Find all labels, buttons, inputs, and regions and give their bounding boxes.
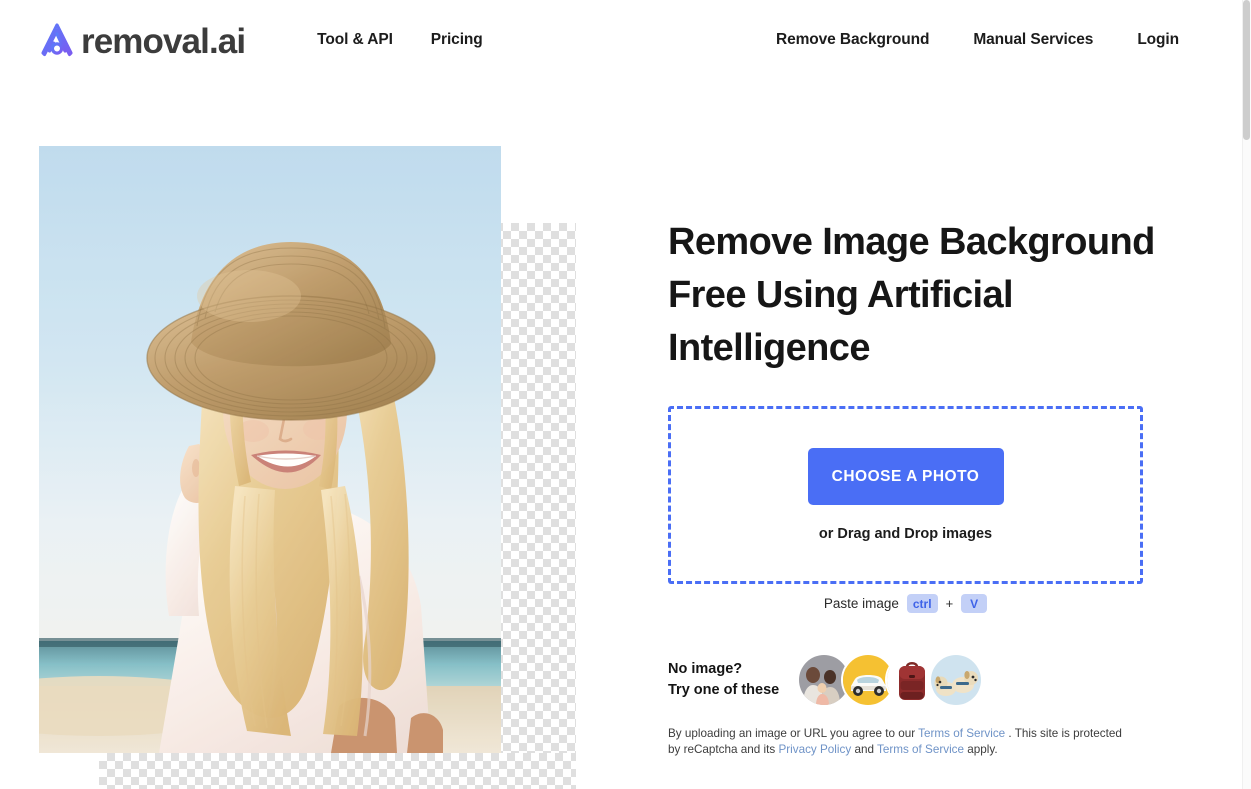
key-plus-separator: + (945, 596, 954, 611)
page-scrollbar-thumb[interactable] (1243, 0, 1250, 140)
hero-photo (39, 146, 501, 753)
sample-images-label: No image? Try one of these (668, 659, 779, 701)
paste-image-hint: Paste image ctrl + V (668, 594, 1143, 613)
page-scrollbar-track[interactable] (1242, 0, 1251, 789)
sample-dogs-photo[interactable] (931, 655, 982, 705)
nav-item-manual-services[interactable]: Manual Services (973, 31, 1093, 49)
nav-item-remove-background[interactable]: Remove Background (776, 31, 929, 49)
nav-item-login[interactable]: Login (1137, 31, 1179, 49)
terms-of-service-link-2[interactable]: Terms of Service (877, 743, 964, 756)
brand-logo[interactable]: removal.ai (35, 18, 246, 62)
sample-family-photo[interactable] (799, 655, 850, 705)
key-ctrl: ctrl (906, 594, 938, 613)
page-title: Remove Image Background Free Using Artif… (668, 221, 1155, 369)
legal-text-1: By uploading an image or URL you agree t… (668, 727, 919, 740)
sample-thumbnail-strip (799, 655, 982, 705)
key-v: V (961, 594, 988, 613)
terms-of-service-link-1[interactable]: Terms of Service (918, 727, 1005, 740)
sample-label-line2: Try one of these (668, 682, 780, 698)
legal-text-3: and (851, 742, 877, 756)
choose-a-photo-button[interactable]: CHOOSE A PHOTO (807, 448, 1004, 505)
privacy-policy-link[interactable]: Privacy Policy (778, 743, 851, 756)
removal-ai-logo-icon (35, 18, 79, 62)
legal-disclaimer: By uploading an image or URL you agree t… (668, 726, 1128, 757)
sample-car-photo[interactable] (843, 655, 894, 705)
upload-dropzone[interactable]: CHOOSE A PHOTO or Drag and Drop images (668, 406, 1143, 584)
primary-nav-left: Tool & API Pricing (317, 31, 483, 49)
sample-backpack-photo[interactable] (887, 655, 938, 705)
drag-drop-hint: or Drag and Drop images (818, 526, 993, 542)
paste-image-label: Paste image (823, 596, 899, 611)
brand-name: removal.ai (81, 21, 246, 61)
sample-images-section: No image? Try one of these (668, 655, 982, 705)
nav-item-tool-api[interactable]: Tool & API (317, 31, 393, 49)
checkerboard-pattern-bottom (99, 753, 576, 789)
legal-text-4: apply. (964, 742, 998, 756)
sample-label-line1: No image? (668, 661, 743, 677)
nav-item-pricing[interactable]: Pricing (431, 31, 483, 49)
primary-nav-right: Remove Background Manual Services Login (776, 31, 1179, 49)
site-header: removal.ai Tool & API Pricing Remove Bac… (0, 0, 1243, 80)
hero-image-composite (39, 146, 576, 789)
